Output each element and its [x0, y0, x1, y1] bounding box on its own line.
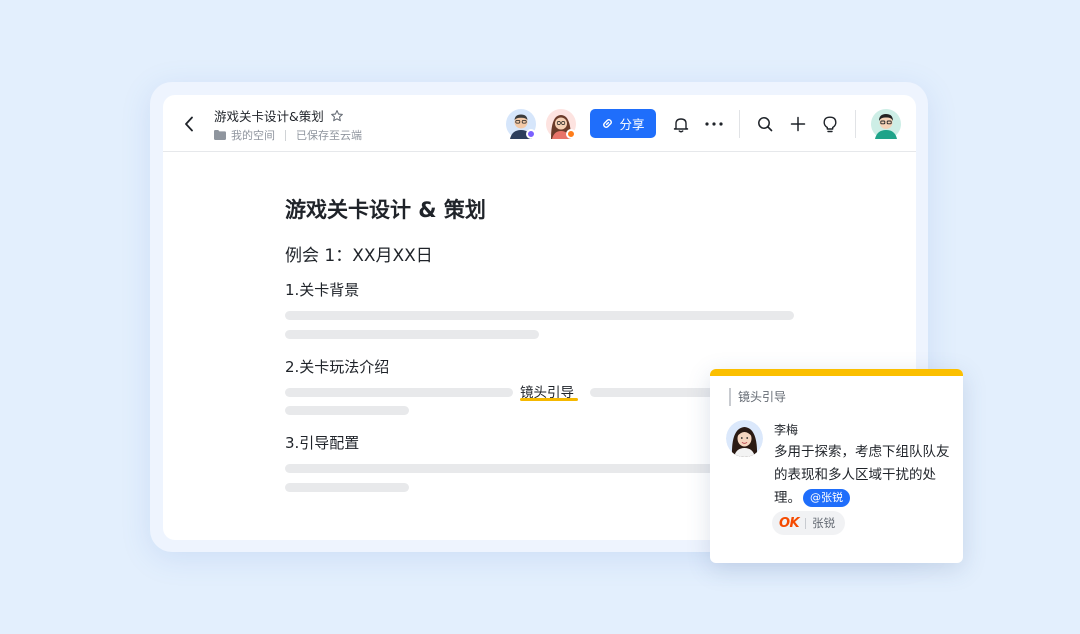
lightbulb-icon — [823, 116, 837, 132]
top-bar: 游戏关卡设计&策划 我的空间 已保存至云端 分享 — [163, 95, 916, 152]
more-button[interactable] — [704, 114, 724, 134]
collaborator-avatar-1[interactable] — [506, 109, 536, 139]
bell-icon — [673, 117, 689, 132]
status-dot — [566, 129, 576, 139]
reaction-chip[interactable]: OK 张锐 — [772, 511, 846, 535]
ideas-button[interactable] — [820, 114, 840, 134]
user-avatar[interactable] — [871, 109, 901, 139]
plus-icon — [790, 116, 806, 132]
status-dot — [526, 129, 536, 139]
section-heading-2: 2.关卡玩法介绍 — [285, 358, 390, 376]
meeting-heading: 例会 1：XX月XX日 — [285, 246, 433, 266]
divider — [285, 129, 286, 141]
card-accent-bar — [710, 369, 963, 376]
commenter-name: 李梅 — [774, 423, 799, 437]
highlight-underline — [520, 398, 578, 401]
breadcrumb-space[interactable]: 我的空间 — [231, 127, 275, 143]
share-label: 分享 — [619, 117, 645, 132]
placeholder-line — [285, 311, 794, 320]
doc-title[interactable]: 游戏关卡设计&策划 — [214, 106, 324, 125]
placeholder-line — [285, 406, 409, 415]
back-button[interactable] — [181, 115, 197, 133]
placeholder-line — [285, 388, 513, 397]
share-button[interactable]: 分享 — [590, 109, 656, 138]
notification-button[interactable] — [671, 114, 691, 134]
divider — [855, 110, 856, 138]
search-button[interactable] — [755, 114, 775, 134]
divider — [739, 110, 740, 138]
comment-body: 多用于探索，考虑下组队队友的表现和多人区域干扰的处理。 — [774, 444, 950, 506]
add-button[interactable] — [788, 114, 808, 134]
folder-icon — [214, 130, 226, 140]
more-icon — [705, 122, 723, 126]
save-status: 已保存至云端 — [296, 129, 362, 142]
section-heading-3: 3.引导配置 — [285, 434, 360, 452]
placeholder-line — [285, 330, 539, 339]
chevron-left-icon — [185, 116, 193, 132]
comment-quote: 镜头引导 — [729, 388, 786, 406]
mention-tag[interactable]: @张锐 — [803, 489, 850, 507]
reaction-user: 张锐 — [812, 516, 836, 530]
placeholder-line — [285, 483, 409, 492]
doc-title-row: 游戏关卡设计&策划 — [214, 106, 344, 125]
link-icon — [603, 119, 613, 128]
comment-card: 镜头引导 李梅 多用于探索，考虑下组队队友的表现和多人区域干扰的处理。 @张锐 O… — [710, 369, 963, 563]
section-heading-1: 1.关卡背景 — [285, 281, 360, 299]
comment-text: 多用于探索，考虑下组队队友的表现和多人区域干扰的处理。 @张锐 — [774, 441, 954, 510]
star-icon[interactable] — [330, 109, 344, 123]
doc-heading: 游戏关卡设计 & 策划 — [285, 198, 486, 222]
breadcrumb: 我的空间 已保存至云端 — [214, 127, 362, 143]
collaborator-avatar-2[interactable] — [546, 109, 576, 139]
commenter-avatar[interactable] — [726, 420, 763, 457]
search-icon — [758, 117, 773, 132]
ok-reaction-icon: OK — [779, 515, 800, 531]
divider — [805, 517, 807, 529]
